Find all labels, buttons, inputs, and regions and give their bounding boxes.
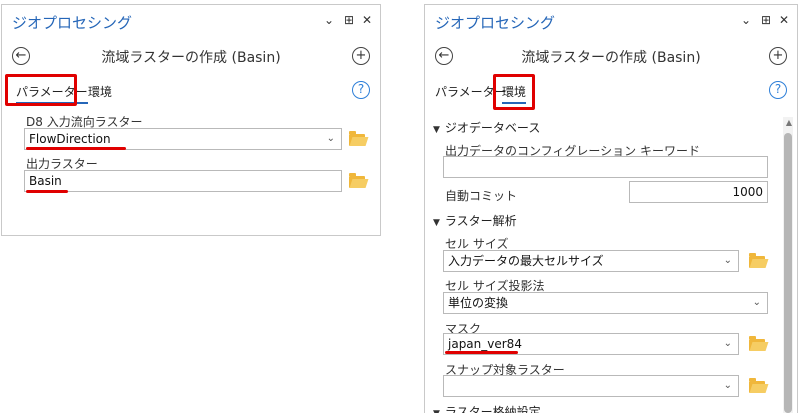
tool-header: ← 流域ラスターの作成 (Basin) +	[425, 39, 797, 69]
geoprocessing-pane-right: ジオプロセシング ⌄ ⊞ ✕ ← 流域ラスターの作成 (Basin) + パラメ…	[424, 4, 798, 413]
help-icon[interactable]: ?	[352, 81, 370, 99]
tool-title: 流域ラスターの作成 (Basin)	[521, 50, 701, 66]
caret-down-icon: ▼	[433, 125, 440, 135]
tab-strip: パラメーター 環境 ?	[425, 77, 797, 107]
chevron-down-icon[interactable]: ⌄	[324, 12, 334, 28]
section-raster-analysis[interactable]: ▼ ラスター解析	[433, 212, 517, 229]
add-icon[interactable]: +	[352, 47, 370, 65]
tab-environments[interactable]: 環境	[88, 83, 112, 100]
caret-down-icon: ▼	[433, 218, 440, 228]
section-geodatabase-label: ジオデータベース	[444, 121, 541, 135]
folder-icon[interactable]	[349, 131, 365, 146]
chevron-down-icon: ⌄	[723, 255, 732, 266]
autocommit-label: 自動コミット	[445, 189, 518, 203]
underline-output-raster	[26, 190, 68, 193]
pin-icon[interactable]: ⊞	[344, 12, 354, 28]
chevron-down-icon: ⌄	[752, 297, 761, 308]
folder-icon[interactable]	[749, 253, 765, 268]
config-keyword-input[interactable]	[443, 156, 768, 178]
output-raster-input[interactable]: Basin	[24, 170, 342, 192]
geoprocessing-pane-left: ジオプロセシング ⌄ ⊞ ✕ ← 流域ラスターの作成 (Basin) + パラメ…	[1, 4, 381, 236]
pane-title: ジオプロセシング	[435, 14, 556, 32]
close-icon[interactable]: ✕	[362, 12, 372, 28]
chevron-down-icon: ⌄	[723, 380, 732, 391]
mask-value: japan_ver84	[448, 337, 522, 351]
highlight-box-environments-tab	[493, 74, 535, 110]
tool-header: ← 流域ラスターの作成 (Basin) +	[2, 39, 380, 69]
scroll-up-icon[interactable]: ▲	[786, 118, 792, 127]
pane-titlebar: ジオプロセシング ⌄ ⊞ ✕	[2, 5, 380, 35]
cell-size-dropdown[interactable]: 入力データの最大セルサイズ ⌄	[443, 250, 739, 272]
snap-raster-dropdown[interactable]: ⌄	[443, 375, 739, 397]
pin-icon[interactable]: ⊞	[761, 12, 771, 28]
add-icon[interactable]: +	[769, 47, 787, 65]
highlight-box-parameters-tab	[5, 74, 77, 106]
pane-titlebar: ジオプロセシング ⌄ ⊞ ✕	[425, 5, 797, 35]
folder-icon[interactable]	[749, 336, 765, 351]
section-raster-storage-label: ラスター格納設定	[444, 405, 541, 413]
tool-title: 流域ラスターの作成 (Basin)	[101, 50, 281, 66]
flow-direction-value: FlowDirection	[29, 132, 111, 146]
underline-flow-direction	[26, 147, 126, 150]
cell-size-projection-value: 単位の変換	[448, 296, 509, 310]
chevron-down-icon[interactable]: ⌄	[741, 12, 751, 28]
section-raster-analysis-label: ラスター解析	[444, 214, 517, 228]
autocommit-input[interactable]: 1000	[629, 181, 768, 203]
folder-icon[interactable]	[749, 378, 765, 393]
folder-icon[interactable]	[349, 173, 365, 188]
section-raster-storage[interactable]: ▼ ラスター格納設定	[433, 403, 541, 413]
pane-title: ジオプロセシング	[12, 14, 133, 32]
output-raster-value: Basin	[29, 174, 62, 188]
cell-size-value: 入力データの最大セルサイズ	[448, 254, 604, 268]
scrollbar-thumb[interactable]	[784, 133, 792, 413]
help-icon[interactable]: ?	[769, 81, 787, 99]
underline-mask	[445, 351, 518, 354]
close-icon[interactable]: ✕	[779, 12, 789, 28]
chevron-down-icon: ⌄	[326, 133, 335, 144]
chevron-down-icon: ⌄	[723, 338, 732, 349]
cell-size-projection-dropdown[interactable]: 単位の変換 ⌄	[443, 292, 768, 314]
caret-down-icon: ▼	[433, 409, 440, 413]
section-geodatabase[interactable]: ▼ ジオデータベース	[433, 119, 540, 136]
